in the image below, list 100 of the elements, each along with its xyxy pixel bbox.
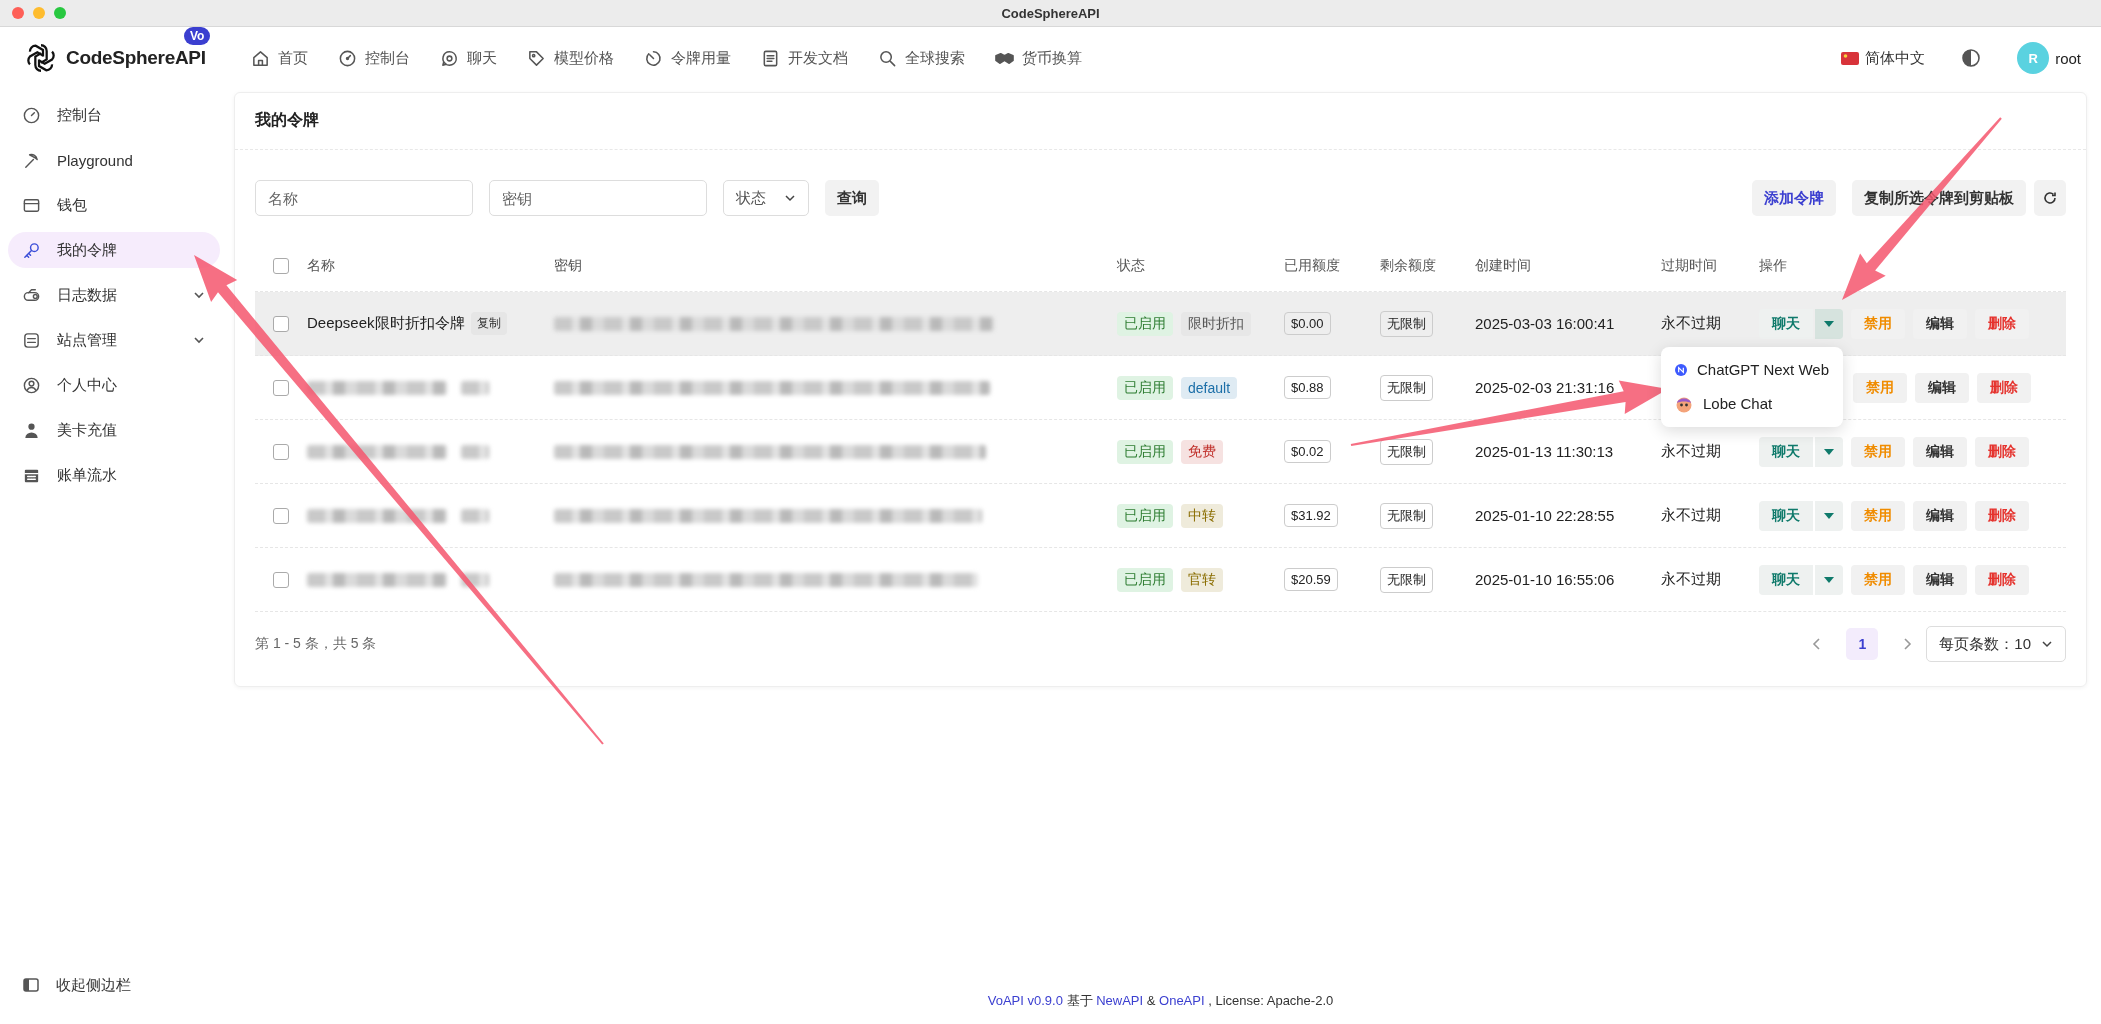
sidebar-item[interactable]: 控制台	[8, 97, 220, 133]
created-time: 2025-02-03 21:31:16	[1475, 379, 1615, 396]
caret-icon	[1823, 511, 1835, 520]
copy-button[interactable]: 复制	[470, 312, 507, 335]
sidebar-item[interactable]: 美卡充值	[8, 412, 220, 448]
blurred-text	[461, 444, 489, 459]
column-header: 过期时间	[1661, 257, 1717, 275]
chat-menu-button[interactable]	[1815, 500, 1843, 531]
status-tag: 已启用	[1117, 375, 1173, 400]
document-icon	[761, 48, 780, 68]
footer-link[interactable]: NewAPI	[1096, 993, 1144, 1008]
nav-link[interactable]: 令牌用量	[644, 48, 731, 68]
caret-icon	[1823, 575, 1835, 584]
chat-button[interactable]: 聊天	[1759, 436, 1813, 467]
group-tag: default	[1181, 376, 1238, 399]
menu-item[interactable]: Lobe Chat	[1661, 386, 1843, 421]
nav-link[interactable]: 全球搜索	[878, 48, 965, 68]
status-tag: 已启用	[1117, 311, 1173, 336]
tag-icon	[527, 48, 546, 68]
minimize-window-button[interactable]	[33, 7, 45, 19]
nav-link[interactable]: 控制台	[338, 48, 410, 68]
theme-toggle-icon[interactable]	[1961, 48, 1982, 68]
column-header: 操作	[1759, 257, 1787, 275]
used-quota: $20.59	[1284, 568, 1338, 591]
row-checkbox[interactable]	[273, 315, 289, 332]
status-select[interactable]: 状态	[723, 180, 809, 216]
query-button[interactable]: 查询	[825, 180, 879, 216]
page-number-button[interactable]: 1	[1846, 628, 1879, 660]
sidebar-item[interactable]: 个人中心	[8, 367, 220, 403]
created-time: 2025-01-13 11:30:13	[1475, 443, 1614, 460]
language-selector[interactable]: 简体中文	[1841, 48, 1926, 68]
pagination-summary: 第 1 - 5 条，共 5 条	[255, 635, 377, 653]
nav-link[interactable]: 首页	[251, 48, 308, 68]
zoom-window-button[interactable]	[54, 7, 66, 19]
chat-menu-button[interactable]	[1815, 564, 1843, 595]
chat-bubble-icon	[440, 48, 459, 68]
column-header: 状态	[1117, 257, 1145, 275]
collapse-sidebar-button[interactable]: 收起侧边栏	[8, 967, 220, 1003]
key-search-field[interactable]: 密钥	[489, 180, 707, 216]
row-action-button[interactable]: 删除	[1975, 436, 2029, 467]
refresh-icon	[2042, 190, 2058, 206]
created-time: 2025-01-10 16:55:06	[1475, 571, 1615, 588]
row-checkbox[interactable]	[273, 379, 289, 396]
expiry-time: 永不过期	[1661, 442, 1721, 461]
row-checkbox[interactable]	[273, 571, 289, 588]
group-tag: 免费	[1181, 439, 1223, 464]
column-header: 创建时间	[1475, 257, 1531, 275]
remaining-quota: 无限制	[1380, 374, 1433, 401]
menu-item[interactable]: ChatGPT Next Web	[1661, 352, 1843, 387]
created-time: 2025-03-03 16:00:41	[1475, 315, 1615, 332]
sidebar-item[interactable]: 站点管理	[8, 322, 220, 358]
column-header: 已用额度	[1284, 257, 1340, 275]
name-search-field[interactable]: 名称	[255, 180, 473, 216]
row-checkbox[interactable]	[273, 443, 289, 460]
row-checkbox[interactable]	[273, 507, 289, 524]
nav-link[interactable]: 聊天	[440, 48, 497, 68]
footer-link[interactable]: VoAPI v0.9.0	[987, 993, 1063, 1008]
chat-button[interactable]: 聊天	[1759, 500, 1813, 531]
created-time: 2025-01-10 22:28:55	[1475, 507, 1615, 524]
sidebar-item[interactable]: Playground	[8, 142, 220, 178]
nav-link[interactable]: 货币换算	[995, 48, 1082, 68]
sidebar-item[interactable]: 我的令牌	[8, 232, 220, 268]
user-circle-icon	[22, 375, 41, 395]
brand-name: CodeSphereAPI	[66, 47, 206, 69]
row-action-button[interactable]: 编辑	[1913, 500, 1967, 531]
nav-link[interactable]: 开发文档	[761, 48, 848, 68]
chat-menu-button[interactable]	[1815, 436, 1843, 467]
nav-link[interactable]: 模型价格	[527, 48, 614, 68]
sidebar-item[interactable]: 钱包	[8, 187, 220, 223]
home-icon	[251, 48, 270, 68]
user-name: root	[2055, 49, 2081, 67]
row-action-button[interactable]: 编辑	[1913, 564, 1967, 595]
row-action-button[interactable]: 删除	[1977, 372, 2031, 403]
status-tag: 已启用	[1117, 503, 1173, 528]
column-header: 密钥	[554, 257, 582, 275]
chat-menu-button[interactable]	[1815, 308, 1843, 339]
timer-icon	[644, 48, 663, 68]
chevron-icon	[2041, 638, 2053, 650]
chat-button[interactable]: 聊天	[1759, 564, 1813, 595]
gauge-icon	[338, 48, 357, 68]
page-size-select[interactable]: 每页条数：10	[1926, 626, 2066, 662]
column-header: 剩余额度	[1380, 257, 1436, 275]
version-badge: Vo	[184, 27, 211, 45]
select-all-checkbox[interactable]	[273, 258, 289, 274]
sidebar-item[interactable]: 账单流水	[8, 457, 220, 493]
group-tag: 官转	[1181, 567, 1223, 592]
close-window-button[interactable]	[12, 7, 24, 19]
row-action-button[interactable]: 编辑	[1913, 436, 1967, 467]
refresh-button[interactable]	[2034, 180, 2066, 216]
token-name: Deepseek限时折扣令牌	[307, 314, 465, 333]
row-action-button[interactable]: 删除	[1975, 500, 2029, 531]
window-title: CodeSphereAPI	[1001, 5, 1100, 21]
row-action-button[interactable]: 编辑	[1915, 372, 1969, 403]
expiry-time: 永不过期	[1661, 314, 1721, 333]
row-action-button[interactable]: 删除	[1975, 564, 2029, 595]
used-quota: $0.88	[1284, 376, 1331, 399]
status-tag: 已启用	[1117, 567, 1173, 592]
used-quota: $31.92	[1284, 504, 1338, 527]
footer-link[interactable]: OneAPI	[1159, 993, 1205, 1008]
add-token-button[interactable]: 添加令牌	[1752, 180, 1836, 216]
